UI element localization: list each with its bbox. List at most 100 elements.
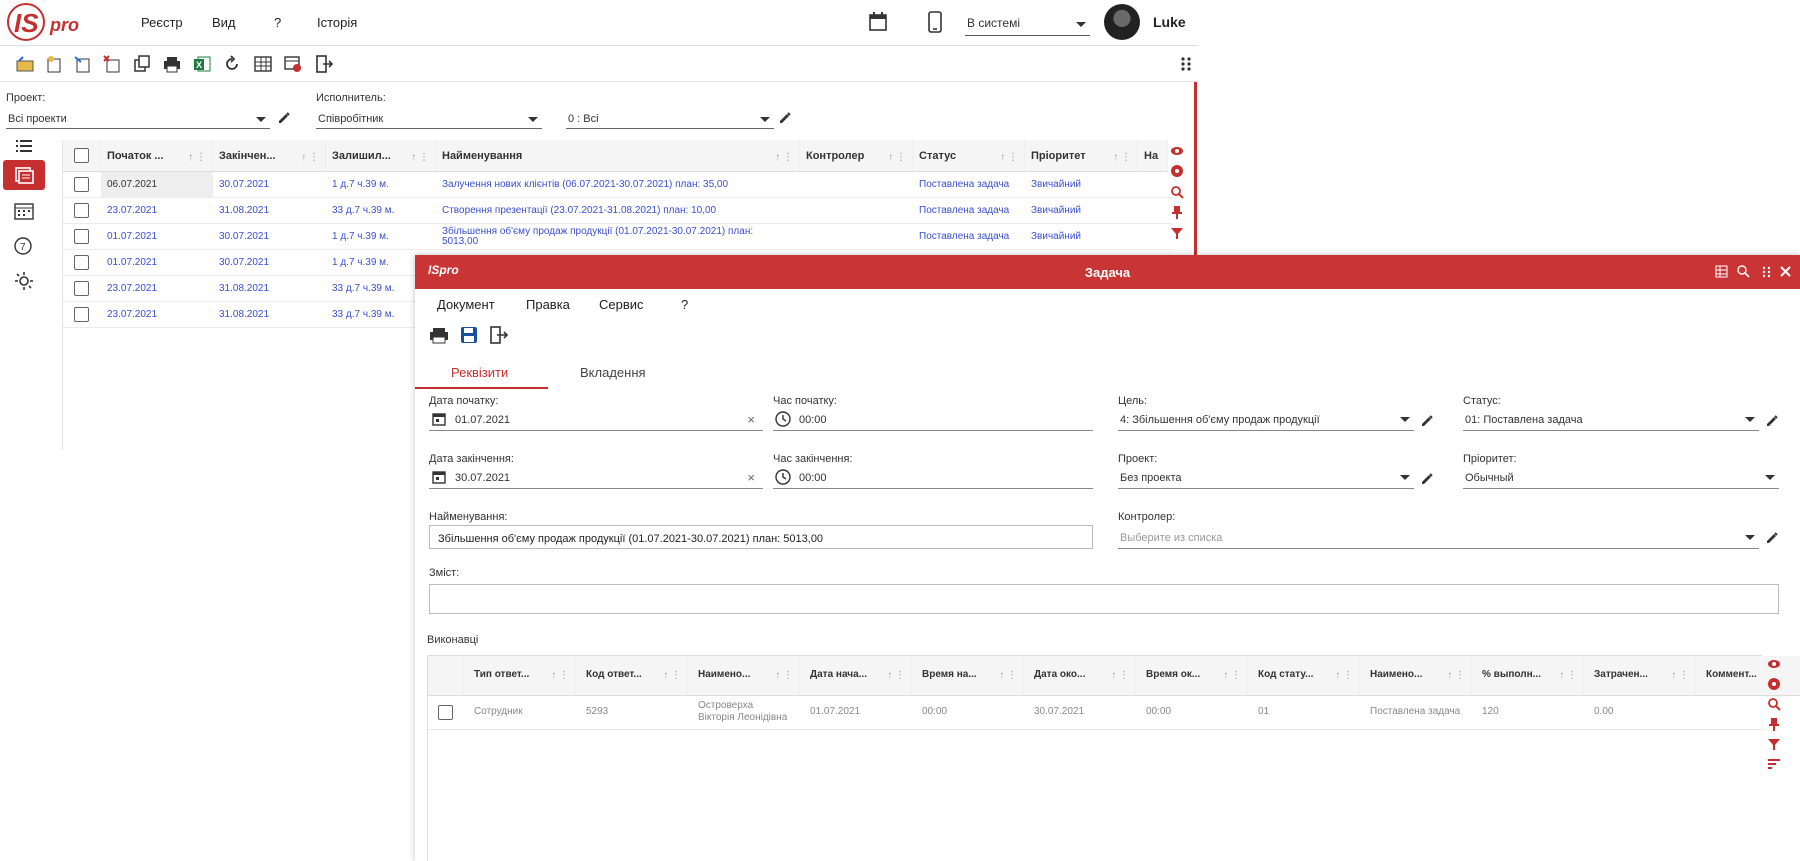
row-checkbox[interactable] bbox=[438, 705, 453, 720]
sort-menu-icon[interactable]: ↑ ⋮ bbox=[551, 670, 569, 681]
tab-attachments[interactable]: Вкладення bbox=[580, 365, 646, 380]
delete-document-icon[interactable] bbox=[102, 54, 122, 74]
project-select[interactable]: Без проекта bbox=[1118, 465, 1414, 489]
row-checkbox[interactable] bbox=[74, 255, 89, 270]
refresh-icon[interactable] bbox=[222, 54, 242, 74]
print-icon[interactable] bbox=[162, 54, 182, 74]
col-header-controller[interactable]: Контролер ↑ ⋮ bbox=[800, 140, 913, 172]
exec-col-header[interactable]: Код стату... ↑ ⋮ bbox=[1248, 656, 1360, 696]
goal-select[interactable]: 4: Збільшення об'єму продаж продукції bbox=[1118, 407, 1414, 431]
mobile-icon[interactable] bbox=[928, 11, 942, 36]
col-header-name[interactable]: Найменування ↑ ⋮ bbox=[436, 140, 800, 172]
filter-reset-icon[interactable] bbox=[1170, 164, 1184, 178]
pin-icon[interactable] bbox=[1767, 717, 1781, 734]
dialog-menu-document[interactable]: Документ bbox=[437, 297, 495, 312]
edit-pencil-icon[interactable] bbox=[1420, 414, 1434, 428]
exec-col-header[interactable]: Время на... ↑ ⋮ bbox=[912, 656, 1024, 696]
exec-col-header[interactable]: Наимено... ↑ ⋮ bbox=[1360, 656, 1472, 696]
clear-icon[interactable]: × bbox=[747, 412, 755, 427]
exec-col-header[interactable]: Дата око... ↑ ⋮ bbox=[1024, 656, 1136, 696]
table-settings-icon[interactable] bbox=[283, 54, 303, 74]
sort-menu-icon[interactable]: ↑ ⋮ bbox=[775, 670, 793, 681]
status-select[interactable]: 01: Поставлена задача bbox=[1463, 407, 1759, 431]
eye-icon[interactable] bbox=[1170, 144, 1184, 158]
project-filter-select[interactable]: Всі проекти bbox=[6, 109, 270, 129]
drag-handle-icon[interactable] bbox=[1760, 265, 1773, 281]
end-date-field[interactable]: 30.07.2021 × bbox=[429, 465, 763, 489]
filter-icon[interactable] bbox=[1170, 226, 1184, 240]
pin-icon[interactable] bbox=[1170, 205, 1184, 219]
col-header-status[interactable]: Статус ↑ ⋮ bbox=[913, 140, 1025, 172]
sort-menu-icon[interactable]: ↑ ⋮ bbox=[1447, 670, 1465, 681]
drag-handle-icon[interactable] bbox=[1176, 54, 1196, 74]
clock-icon[interactable] bbox=[775, 469, 791, 488]
sort-menu-icon[interactable]: ↑ ⋮ bbox=[301, 152, 319, 163]
presence-status-select[interactable]: В системі bbox=[965, 12, 1090, 36]
exec-col-header[interactable]: Коммент... bbox=[1696, 656, 1800, 696]
clear-icon[interactable]: × bbox=[747, 470, 755, 485]
open-folder-icon[interactable] bbox=[15, 54, 35, 74]
exit-icon[interactable] bbox=[314, 54, 334, 74]
row-checkbox[interactable] bbox=[74, 307, 89, 322]
filter-reset-icon[interactable] bbox=[1767, 677, 1781, 694]
sort-menu-icon[interactable]: ↑ ⋮ bbox=[1671, 670, 1689, 681]
edit-pencil-icon[interactable] bbox=[1420, 472, 1434, 486]
row-checkbox[interactable] bbox=[74, 281, 89, 296]
edit-pencil-icon[interactable] bbox=[778, 111, 792, 125]
sort-menu-icon[interactable]: ↑ ⋮ bbox=[999, 670, 1017, 681]
exit-icon[interactable] bbox=[489, 326, 509, 347]
save-icon[interactable] bbox=[460, 326, 478, 347]
grid-icon[interactable] bbox=[1715, 265, 1728, 281]
start-time-field[interactable]: 00:00 bbox=[773, 407, 1093, 431]
col-header-start[interactable]: Початок ... ↑ ⋮ bbox=[101, 140, 213, 172]
executor-scope-select[interactable]: 0 : Всі bbox=[566, 109, 774, 129]
col-header-remaining[interactable]: Залишил... ↑ ⋮ bbox=[326, 140, 436, 172]
row-checkbox[interactable] bbox=[74, 203, 89, 218]
start-date-field[interactable]: 01.07.2021 × bbox=[429, 407, 763, 431]
exec-col-header[interactable]: Тип ответ... ↑ ⋮ bbox=[464, 656, 576, 696]
avatar[interactable] bbox=[1104, 4, 1140, 40]
row-checkbox[interactable] bbox=[74, 177, 89, 192]
zoom-icon[interactable] bbox=[1737, 265, 1750, 281]
end-time-field[interactable]: 00:00 bbox=[773, 465, 1093, 489]
col-header-priority[interactable]: Пріоритет ↑ ⋮ bbox=[1025, 140, 1138, 172]
edit-document-icon[interactable] bbox=[73, 54, 93, 74]
dialog-menu-help[interactable]: ? bbox=[681, 297, 688, 312]
settings-nav-icon[interactable] bbox=[3, 266, 45, 296]
sort-menu-icon[interactable]: ↑ ⋮ bbox=[411, 152, 429, 163]
table-row[interactable]: 01.07.2021 30.07.2021 1 д.7 ч.39 м. Збільше… bbox=[63, 224, 1173, 250]
priority-select[interactable]: Обычный bbox=[1463, 465, 1779, 489]
content-textarea[interactable] bbox=[429, 584, 1779, 614]
sort-menu-icon[interactable]: ↑ ⋮ bbox=[1335, 670, 1353, 681]
exec-col-header[interactable]: % выполн... ↑ ⋮ bbox=[1472, 656, 1584, 696]
calendar-icon[interactable] bbox=[868, 11, 888, 36]
select-all-checkbox[interactable] bbox=[74, 148, 89, 163]
print-icon[interactable] bbox=[429, 326, 449, 347]
search-icon[interactable] bbox=[1170, 185, 1184, 199]
exec-col-header[interactable]: Код ответ... ↑ ⋮ bbox=[576, 656, 688, 696]
sort-menu-icon[interactable]: ↑ ⋮ bbox=[1113, 152, 1131, 163]
row-checkbox[interactable] bbox=[74, 229, 89, 244]
menu-help[interactable]: ? bbox=[274, 15, 281, 30]
sort-menu-icon[interactable]: ↑ ⋮ bbox=[775, 152, 793, 163]
excel-export-icon[interactable]: X bbox=[192, 54, 212, 74]
calendar-icon[interactable] bbox=[431, 411, 447, 430]
week-calendar-nav-icon[interactable]: 7 bbox=[3, 231, 45, 261]
exec-col-header[interactable]: Наимено... ↑ ⋮ bbox=[688, 656, 800, 696]
sort-menu-icon[interactable]: ↑ ⋮ bbox=[1559, 670, 1577, 681]
close-icon[interactable] bbox=[1779, 265, 1792, 281]
filter-icon[interactable] bbox=[1767, 737, 1781, 754]
col-header-extra[interactable]: На bbox=[1138, 140, 1168, 172]
dialog-menu-edit[interactable]: Правка bbox=[526, 297, 570, 312]
menu-view[interactable]: Вид bbox=[212, 15, 236, 30]
table-view-icon[interactable] bbox=[253, 54, 273, 74]
menu-history[interactable]: Історія bbox=[317, 15, 357, 30]
controller-select[interactable]: Выберите из списка bbox=[1118, 525, 1759, 549]
exec-col-header[interactable]: Затрачен... ↑ ⋮ bbox=[1584, 656, 1696, 696]
exec-col-header[interactable]: Дата нача... ↑ ⋮ bbox=[800, 656, 912, 696]
dialog-menu-service[interactable]: Сервис bbox=[599, 297, 644, 312]
ispro-logo[interactable]: IS pro bbox=[6, 2, 84, 42]
sort-menu-icon[interactable]: ↑ ⋮ bbox=[1223, 670, 1241, 681]
executor-filter-select[interactable]: Співробітник bbox=[316, 109, 542, 129]
sort-menu-icon[interactable]: ↑ ⋮ bbox=[663, 670, 681, 681]
